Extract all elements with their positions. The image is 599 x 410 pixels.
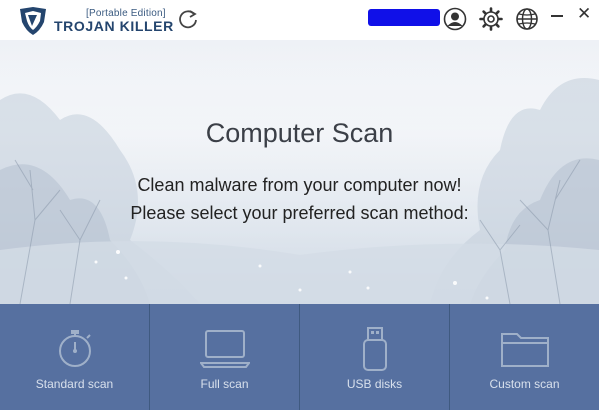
custom-scan-button[interactable]: Custom scan <box>450 304 599 410</box>
standard-scan-label: Standard scan <box>35 377 114 391</box>
page-title: Computer Scan <box>205 118 394 148</box>
usb-disks-button[interactable]: USB disks <box>300 304 449 410</box>
full-scan-label: Full scan <box>200 377 249 391</box>
minimize-icon[interactable] <box>551 15 563 17</box>
gear-icon[interactable] <box>479 7 503 31</box>
standard-scan-button[interactable]: Standard scan <box>0 304 149 410</box>
refresh-icon[interactable] <box>177 8 199 30</box>
laptop-icon <box>200 330 250 368</box>
scan-method-bar: Standard scan Full scan USB disks Custom… <box>0 304 599 410</box>
brand-name: TROJAN KILLER <box>54 18 174 34</box>
hero-subtitle-2: Please select your preferred scan method… <box>130 203 469 223</box>
winter-trees-background <box>0 40 599 304</box>
shield-logo-icon <box>20 7 46 35</box>
hero-subtitle-1: Clean malware from your computer now! <box>137 175 462 195</box>
stopwatch-icon <box>59 330 91 367</box>
full-scan-button[interactable]: Full scan <box>150 304 299 410</box>
globe-icon[interactable] <box>515 7 539 31</box>
app-window: [Portable Edition] TROJAN KILLER ✕ Compu… <box>0 0 599 410</box>
title-bar: [Portable Edition] TROJAN KILLER ✕ <box>0 0 599 40</box>
redacted-username <box>368 9 440 26</box>
folder-icon <box>501 333 549 367</box>
close-icon[interactable]: ✕ <box>577 5 591 22</box>
user-icon[interactable] <box>443 7 467 31</box>
hero-banner: Computer Scan Clean malware from your co… <box>0 40 599 304</box>
usb-drive-icon <box>363 327 387 371</box>
usb-disks-label: USB disks <box>346 377 403 391</box>
custom-scan-label: Custom scan <box>489 377 560 391</box>
